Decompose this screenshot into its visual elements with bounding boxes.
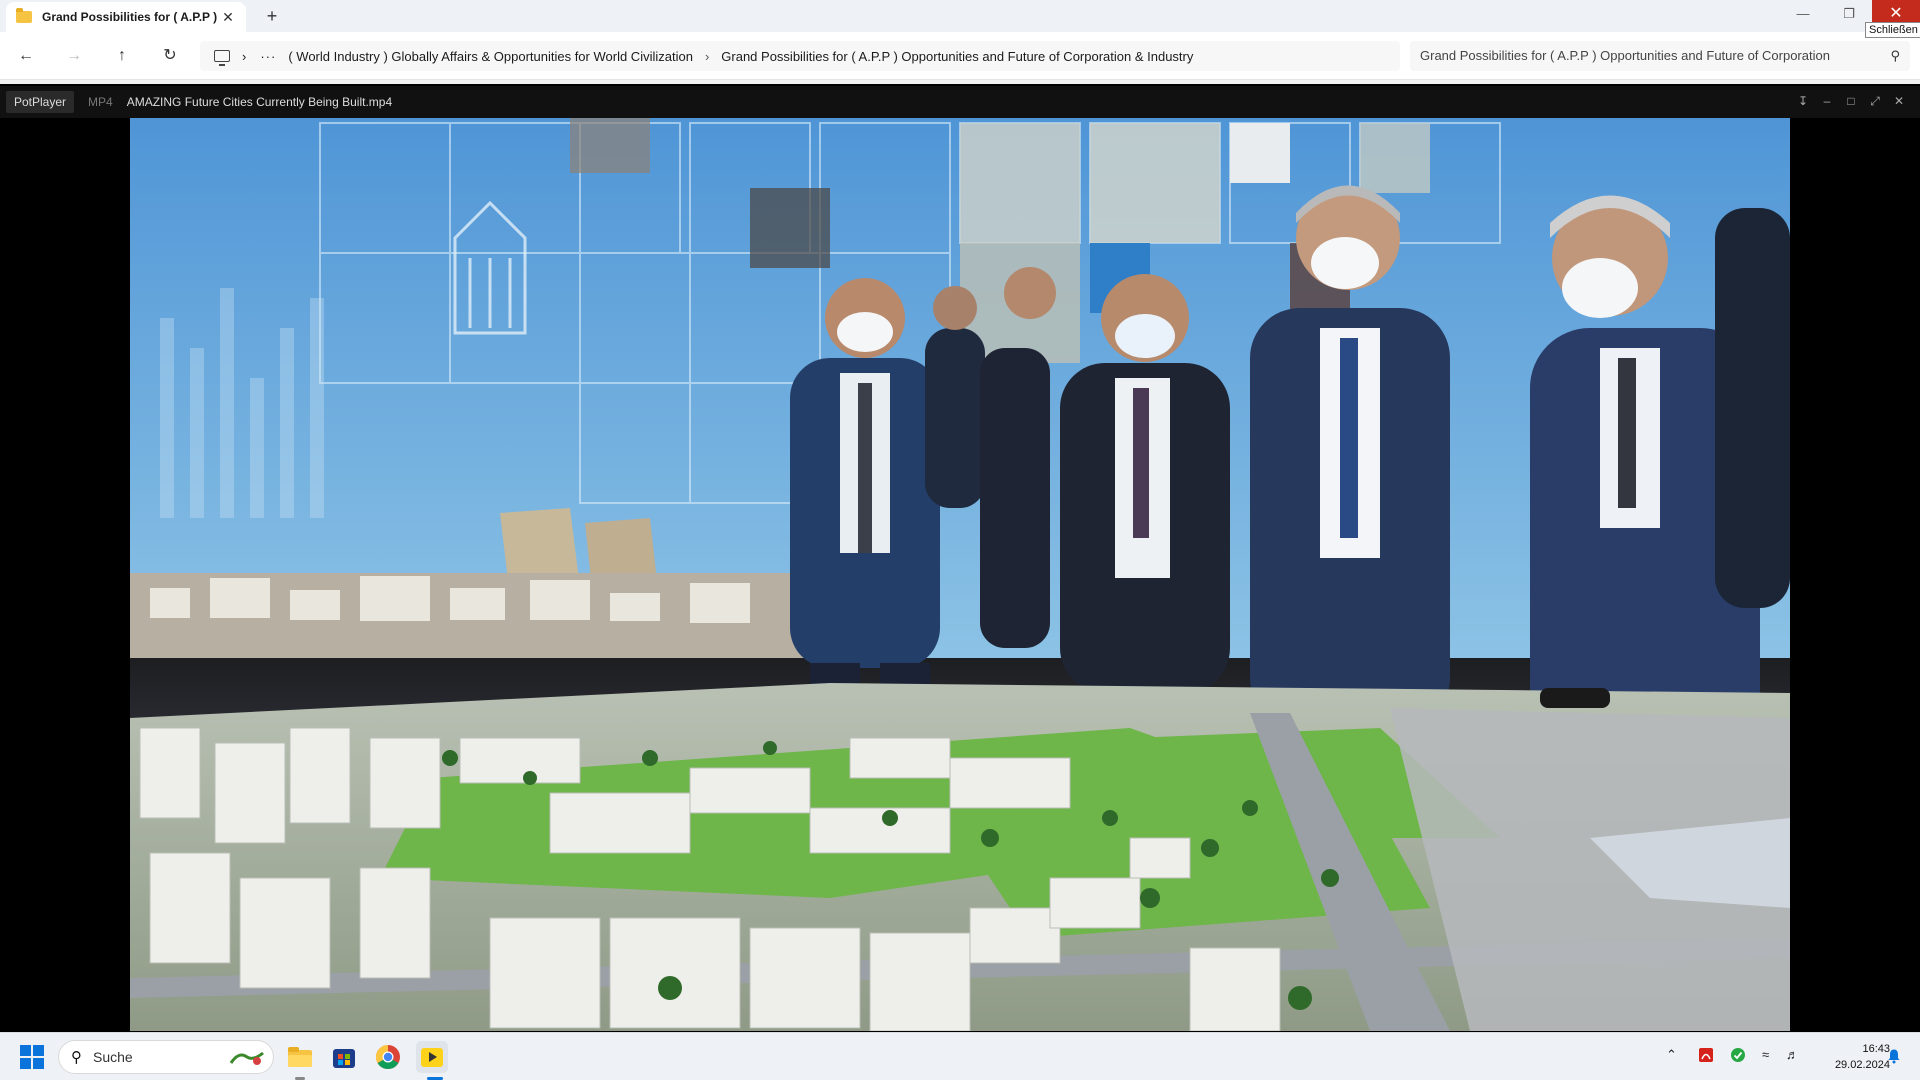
close-tooltip: Schließen bbox=[1865, 22, 1920, 38]
player-menu-button[interactable]: PotPlayer bbox=[6, 91, 75, 113]
search-icon[interactable]: ⚲ bbox=[1890, 48, 1900, 64]
taskbar: ⚲ Suche ⌃ ≈ ♬ 16:43 29.02.2024 bbox=[0, 1032, 1920, 1080]
monitor-icon bbox=[214, 50, 230, 66]
player-maximize-icon[interactable]: □ bbox=[1841, 94, 1861, 108]
clock-time: 16:43 bbox=[1862, 1043, 1890, 1055]
refresh-icon[interactable]: ↻ bbox=[156, 44, 184, 68]
wifi-icon[interactable]: ≈ bbox=[1762, 1047, 1769, 1062]
notification-bell-icon[interactable] bbox=[1886, 1048, 1902, 1064]
tab-close-icon[interactable]: ✕ bbox=[218, 9, 238, 26]
search-text: Grand Possibilities for ( A.P.P ) Opport… bbox=[1420, 48, 1830, 63]
new-tab-button[interactable]: + bbox=[260, 4, 284, 28]
chevron-right-icon: › bbox=[242, 48, 247, 64]
taskbar-search-label: Suche bbox=[93, 1049, 133, 1065]
search-input[interactable]: Grand Possibilities for ( A.P.P ) Opport… bbox=[1410, 41, 1910, 71]
pin-icon[interactable]: ↧ bbox=[1793, 94, 1813, 108]
breadcrumb-more[interactable]: ··· bbox=[260, 49, 276, 64]
breadcrumb-item-world-industry[interactable]: ( World Industry ) Globally Affairs & Op… bbox=[288, 49, 693, 64]
search-highlight-icon bbox=[229, 1051, 264, 1065]
address-bar: ← → ↑ ↻ › ··· ( World Industry ) Globall… bbox=[0, 32, 1920, 80]
forward-arrow-icon[interactable]: → bbox=[60, 44, 88, 68]
taskbar-search-input[interactable]: ⚲ Suche bbox=[58, 1040, 274, 1074]
windows-start-icon[interactable] bbox=[20, 1045, 44, 1069]
chevron-up-icon[interactable]: ⌃ bbox=[1666, 1047, 1677, 1063]
explorer-tab[interactable]: Grand Possibilities for ( A.P.P ) ✕ bbox=[6, 2, 246, 32]
breadcrumb-item-grand-possibilities[interactable]: Grand Possibilities for ( A.P.P ) Opport… bbox=[721, 49, 1193, 64]
search-icon: ⚲ bbox=[71, 1049, 82, 1066]
format-badge: MP4 bbox=[88, 95, 113, 109]
system-clock[interactable]: 16:43 29.02.2024 bbox=[1810, 1041, 1890, 1073]
acrobat-icon[interactable] bbox=[1698, 1047, 1714, 1063]
potplayer-icon[interactable] bbox=[416, 1041, 448, 1073]
video-scene-image bbox=[130, 118, 1790, 1031]
player-close-icon[interactable]: ✕ bbox=[1889, 94, 1909, 108]
chevron-right-icon: › bbox=[704, 48, 710, 64]
player-minimize-icon[interactable]: – bbox=[1817, 94, 1837, 108]
clock-date: 29.02.2024 bbox=[1834, 1059, 1890, 1071]
breadcrumb[interactable]: › ··· ( World Industry ) Globally Affair… bbox=[200, 41, 1400, 71]
tab-title: Grand Possibilities for ( A.P.P ) bbox=[42, 10, 218, 24]
divider bbox=[0, 80, 1920, 84]
chrome-icon[interactable] bbox=[372, 1041, 404, 1073]
security-check-icon[interactable] bbox=[1730, 1047, 1746, 1063]
video-frame[interactable] bbox=[130, 118, 1790, 1031]
file-explorer-icon[interactable] bbox=[284, 1041, 316, 1073]
player-title-bar: PotPlayer MP4 AMAZING Future Cities Curr… bbox=[0, 86, 1920, 118]
video-filename: AMAZING Future Cities Currently Being Bu… bbox=[126, 95, 393, 109]
minimize-icon[interactable]: — bbox=[1780, 0, 1826, 32]
fullscreen-icon[interactable]: ⤢ bbox=[1865, 94, 1885, 109]
up-arrow-icon[interactable]: ↑ bbox=[108, 44, 136, 68]
back-arrow-icon[interactable]: ← bbox=[12, 44, 40, 68]
explorer-tab-bar: Grand Possibilities for ( A.P.P ) ✕ + — … bbox=[0, 0, 1920, 32]
folder-icon bbox=[16, 8, 32, 23]
microsoft-store-icon[interactable] bbox=[328, 1041, 360, 1073]
speaker-icon[interactable]: ♬ bbox=[1786, 1047, 1799, 1062]
